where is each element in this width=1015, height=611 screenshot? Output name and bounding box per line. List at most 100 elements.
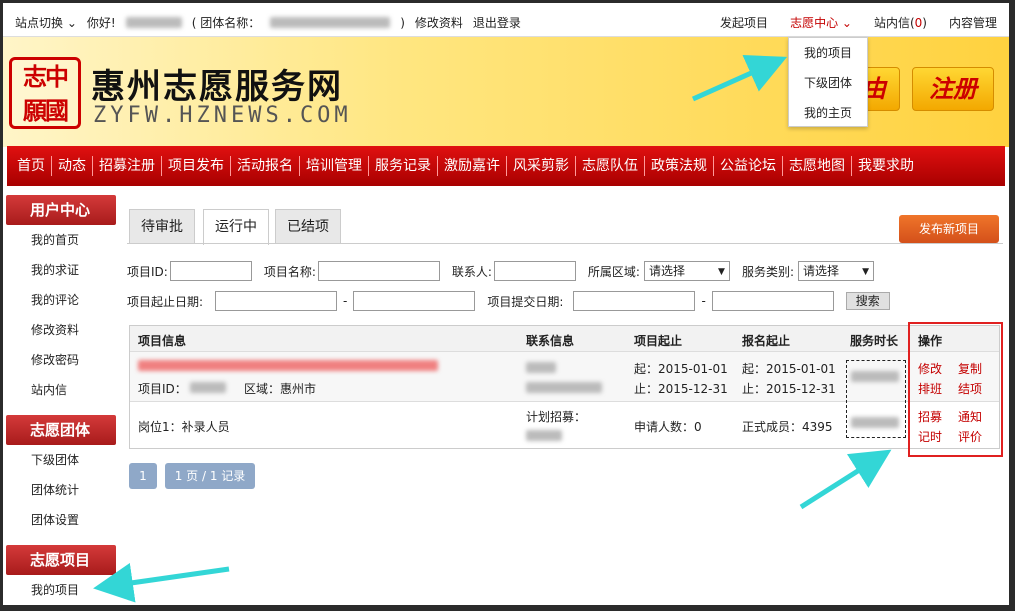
pagination-summary: 1 页 / 1 记录 xyxy=(165,463,255,489)
chevron-down-icon: ⌄ xyxy=(66,16,77,30)
filter-row-2: 项目起止日期: - 项目提交日期: - 搜索 xyxy=(127,291,890,311)
post-name: 岗位1：补录人员 xyxy=(138,420,230,434)
nav-item-gallery[interactable]: 风采剪影 xyxy=(507,156,576,176)
tab-pending[interactable]: 待审批 xyxy=(129,209,195,243)
nav-item-recruit[interactable]: 招募注册 xyxy=(93,156,162,176)
operations-highlight-box xyxy=(908,322,1003,457)
site-switch[interactable]: 站点切换 ⌄ xyxy=(15,14,77,31)
team-name-redacted xyxy=(270,17,391,28)
project-id-input[interactable] xyxy=(169,261,252,281)
nav-item-signup[interactable]: 活动报名 xyxy=(231,156,300,176)
plan-recruit-label: 计划招募： xyxy=(526,410,587,424)
dropdown-item-sub-teams[interactable]: 下级团体 xyxy=(789,68,867,98)
launch-project-link[interactable]: 发起项目 xyxy=(720,14,768,31)
sidebar-item-edit-profile[interactable]: 修改资料 xyxy=(3,315,118,345)
submit-range-dash: - xyxy=(701,294,706,308)
col-signup-period: 报名起止 xyxy=(742,334,791,348)
signup-start-date: 起：2015-01-01 xyxy=(742,362,836,376)
project-id-label: 项目ID： xyxy=(138,382,187,396)
col-project-period: 项目起止 xyxy=(634,334,683,348)
chevron-down-icon: ⌄ xyxy=(841,16,852,30)
nav-item-map[interactable]: 志愿地图 xyxy=(783,156,852,176)
project-title-redacted[interactable] xyxy=(138,360,438,371)
project-table: 项目信息 联系信息 项目起止 报名起止 服务时长 操作 项目ID： 区域： 惠州… xyxy=(129,325,1000,449)
filter-row-1: 项目ID: 项目名称: 联系人: 所属区域: 请选择 服务类别: 请选择 xyxy=(127,261,875,281)
nav-item-forum[interactable]: 公益论坛 xyxy=(714,156,783,176)
project-start-date: 起：2015-01-01 xyxy=(634,362,728,376)
start-end-date-label: 项目起止日期: xyxy=(127,294,204,309)
page-number-button[interactable]: 1 xyxy=(129,463,157,489)
service-hours-redacted xyxy=(851,417,899,428)
content-admin-link[interactable]: 内容管理 xyxy=(949,14,997,31)
nav-item-policy[interactable]: 政策法规 xyxy=(645,156,714,176)
nav-item-publish[interactable]: 项目发布 xyxy=(162,156,231,176)
region-value: 惠州市 xyxy=(280,382,317,396)
sidebar: 用户中心 我的首页 我的求证 我的评论 修改资料 修改密码 站内信 志愿团体 下… xyxy=(3,195,118,605)
team-name-suffix: ) xyxy=(400,15,405,30)
inbox-link[interactable]: 站内信(0) xyxy=(874,14,927,31)
hello-text: 你好! xyxy=(86,16,116,30)
project-name-label: 项目名称: xyxy=(263,264,316,279)
plan-recruit-redacted xyxy=(526,430,562,441)
service-hours-box xyxy=(846,360,906,438)
browser-page: 站点切换 ⌄ 你好! ( 团体名称： ) 修改资料 退出登录 发起项目 志愿中心… xyxy=(3,3,1009,605)
sidebar-item-team-settings[interactable]: 团体设置 xyxy=(3,505,118,535)
dropdown-item-my-homepage[interactable]: 我的主页 xyxy=(789,98,867,128)
dropdown-item-my-projects[interactable]: 我的项目 xyxy=(789,38,867,68)
sidebar-item-change-password[interactable]: 修改密码 xyxy=(3,345,118,375)
region-label: 区域： xyxy=(244,382,281,396)
site-logo-seal[interactable]: 志中 願國 xyxy=(9,57,81,129)
end-date-input[interactable] xyxy=(353,291,476,311)
volunteer-center-menu[interactable]: 志愿中心 ⌄ xyxy=(790,14,852,31)
sidebar-item-my-verify[interactable]: 我的求证 xyxy=(3,255,118,285)
sidebar-item-team-stats[interactable]: 团体统计 xyxy=(3,475,118,505)
tab-divider xyxy=(127,243,1003,244)
tab-finished[interactable]: 已结项 xyxy=(275,209,341,243)
nav-item-home[interactable]: 首页 xyxy=(11,156,52,176)
edit-profile-link[interactable]: 修改资料 xyxy=(415,14,463,31)
sidebar-item-inbox[interactable]: 站内信 xyxy=(3,375,118,405)
nav-item-help[interactable]: 我要求助 xyxy=(852,156,920,176)
publish-new-project-button[interactable]: 发布新项目 xyxy=(899,215,999,243)
nav-item-training[interactable]: 培训管理 xyxy=(300,156,369,176)
col-service-hours: 服务时长 xyxy=(850,334,899,348)
search-button[interactable]: 搜索 xyxy=(845,292,890,310)
main-content: 待审批 运行中 已结项 发布新项目 项目ID: 项目名称: 联系人: 所属区域:… xyxy=(123,203,1003,603)
submit-start-input[interactable] xyxy=(573,291,696,311)
contact-label: 联系人: xyxy=(451,264,492,279)
submit-end-input[interactable] xyxy=(711,291,834,311)
project-id-label: 项目ID: xyxy=(127,264,168,279)
project-id-redacted xyxy=(190,382,226,393)
tab-running[interactable]: 运行中 xyxy=(203,209,269,245)
table-header-row: 项目信息 联系信息 项目起止 报名起止 服务时长 操作 xyxy=(130,326,999,352)
main-nav: 首页 动态 招募注册 项目发布 活动报名 培训管理 服务记录 激励嘉许 风采剪影… xyxy=(7,146,1005,186)
nav-item-awards[interactable]: 激励嘉许 xyxy=(438,156,507,176)
contact-name-redacted xyxy=(526,362,556,373)
sidebar-item-my-home[interactable]: 我的首页 xyxy=(3,225,118,255)
sidebar-item-my-projects[interactable]: 我的项目 xyxy=(3,575,118,605)
region-select[interactable]: 请选择 xyxy=(643,261,730,281)
username-redacted xyxy=(125,17,182,28)
nav-item-records[interactable]: 服务记录 xyxy=(369,156,438,176)
col-project-info: 项目信息 xyxy=(138,334,187,348)
start-date-input[interactable] xyxy=(215,291,338,311)
nav-item-news[interactable]: 动态 xyxy=(52,156,93,176)
site-url: ZYFW.HZNEWS.COM xyxy=(93,103,352,128)
project-name-input[interactable] xyxy=(317,261,440,281)
sidebar-item-sub-teams[interactable]: 下级团体 xyxy=(3,445,118,475)
category-label: 服务类别: xyxy=(741,264,795,279)
service-hours-redacted xyxy=(851,371,899,382)
site-title: 惠州志愿服务网 xyxy=(91,67,343,107)
member-count: 正式成员：4395 xyxy=(742,420,833,434)
volunteer-center-dropdown: 我的项目 下级团体 我的主页 xyxy=(788,37,868,127)
contact-input[interactable] xyxy=(493,261,576,281)
category-select[interactable]: 请选择 xyxy=(798,261,875,281)
sidebar-header-user-center: 用户中心 xyxy=(6,195,116,225)
register-button[interactable]: 注册 xyxy=(912,67,994,111)
top-bar: 站点切换 ⌄ 你好! ( 团体名称： ) 修改资料 退出登录 发起项目 志愿中心… xyxy=(3,3,1009,37)
nav-item-teams[interactable]: 志愿队伍 xyxy=(576,156,645,176)
region-label: 所属区域: xyxy=(587,264,640,279)
sidebar-item-my-comments[interactable]: 我的评论 xyxy=(3,285,118,315)
signup-end-date: 止：2015-12-31 xyxy=(742,382,836,396)
logout-link[interactable]: 退出登录 xyxy=(473,14,521,31)
